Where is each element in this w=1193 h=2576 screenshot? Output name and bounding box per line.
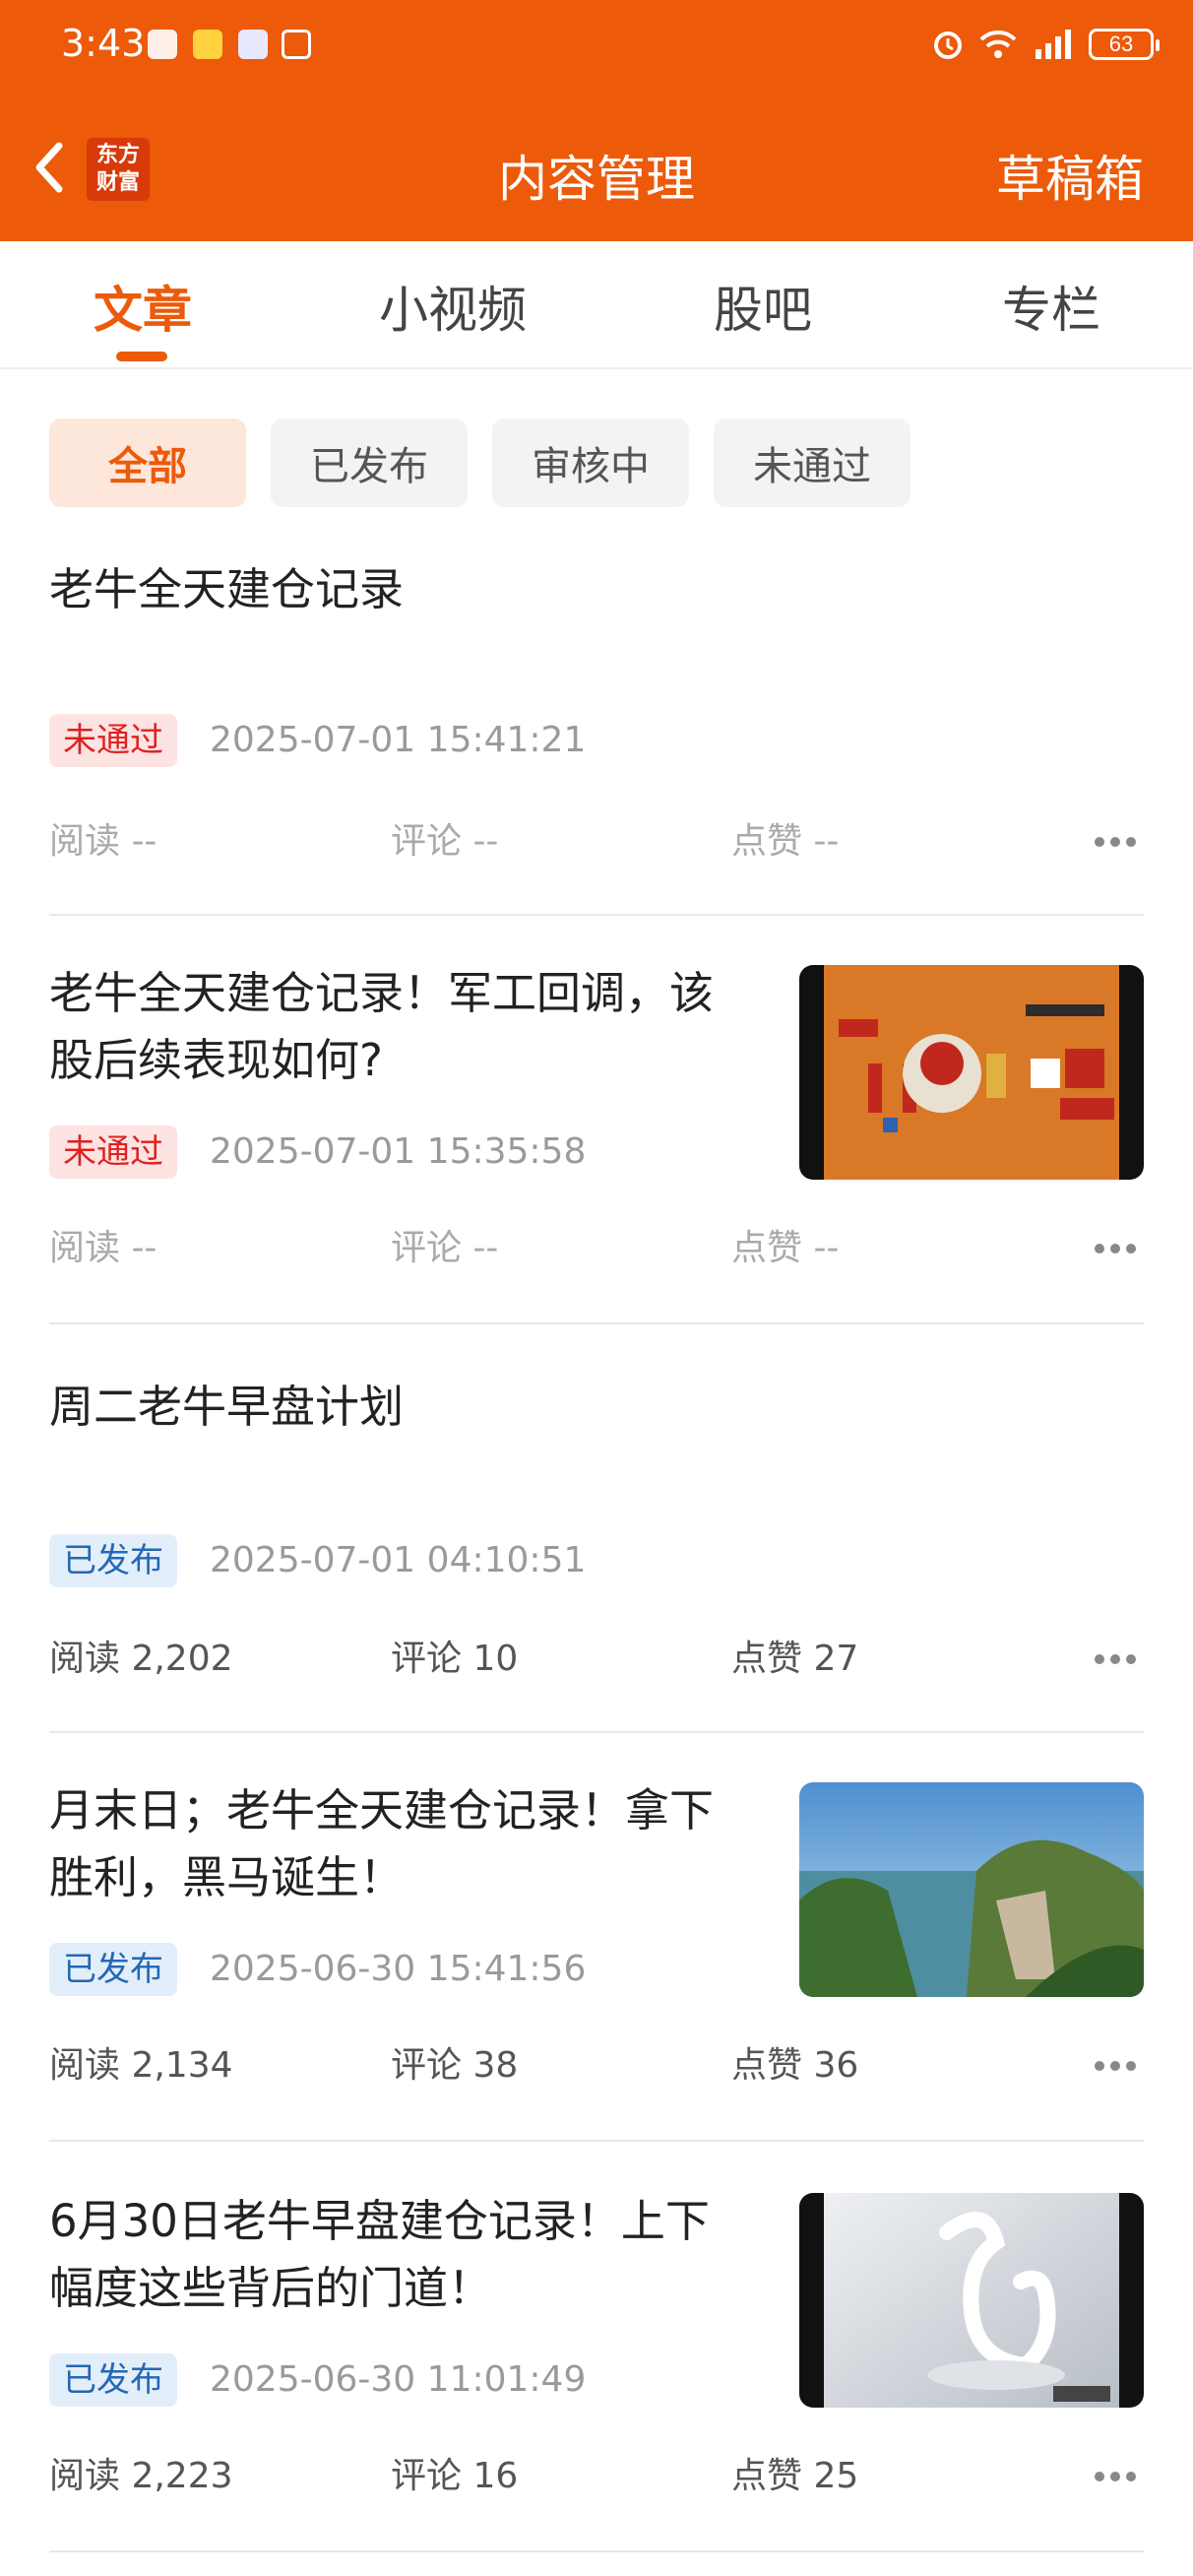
article-time: 2025-06-30 11:01:49 [210,2359,587,2400]
article-title: 周二老牛早盘计划 [49,1381,405,1433]
read-count: 阅读 2,134 [49,2045,233,2086]
nfc-icon [282,30,311,59]
read-count: 阅读 2,223 [49,2456,233,2496]
status-time: 3:43 [61,22,146,65]
wifi-icon [979,30,1017,58]
tab-short-videos[interactable]: 小视频 [379,271,527,342]
status-badge: 已发布 [49,2353,177,2407]
article-item[interactable]: 老牛全天建仓记录！军工回调，该股后续表现如何? 未通过 2025-07-01 1… [49,960,1144,1324]
read-count: 阅读 -- [49,1228,157,1268]
article-thumbnail [799,2193,1144,2408]
article-time: 2025-07-01 04:10:51 [210,1540,587,1580]
article-stats: 阅读 2,202 评论 10 点赞 27 [49,1635,1144,1684]
more-options-icon[interactable] [1095,1234,1144,1263]
status-badge: 已发布 [49,1534,177,1587]
article-stats: 阅读 -- 评论 -- 点赞 -- [49,817,1144,867]
article-time: 2025-06-30 15:41:56 [210,1949,587,1989]
comment-count: 评论 -- [391,821,499,862]
status-badge: 未通过 [49,714,177,767]
comment-count: 评论 38 [391,2045,519,2086]
article-title: 老牛全天建仓记录！军工回调，该股后续表现如何? [49,967,715,1086]
article-title: 6月30日老牛早盘建仓记录！上下幅度这些背后的门道！ [49,2195,710,2314]
comment-count: 评论 -- [391,1228,499,1268]
status-filters: 全部 已发布 审核中 未通过 [49,419,910,507]
alarm-icon [934,32,962,59]
article-item[interactable]: 周二老牛早盘计划 已发布 2025-07-01 04:10:51 阅读 2,20… [49,1369,1144,1733]
article-thumbnail [799,1782,1144,1997]
signal-icon [1036,30,1071,59]
content-tabs: 文章 小视频 股吧 专栏 [0,241,1193,369]
tab-columns[interactable]: 专栏 [1002,271,1100,342]
article-item[interactable]: 老牛全天建仓记录 未通过 2025-07-01 15:41:21 阅读 -- 评… [49,551,1144,916]
article-stats: 阅读 -- 评论 -- 点赞 -- [49,1224,1144,1273]
like-count: 点赞 -- [731,1228,840,1268]
filter-all[interactable]: 全部 [49,419,246,507]
more-options-icon[interactable] [1095,827,1144,857]
telegram-icon [148,30,177,59]
article-time: 2025-07-01 15:35:58 [210,1131,587,1172]
like-count: 点赞 25 [731,2456,859,2496]
like-count: 点赞 27 [731,1639,859,1679]
article-item[interactable]: 月末日；老牛全天建仓记录！拿下胜利，黑马诞生！ 已发布 2025-06-30 1… [49,1777,1144,2142]
read-count: 阅读 -- [49,821,157,862]
filter-reviewing[interactable]: 审核中 [492,419,689,507]
article-title: 老牛全天建仓记录 [49,563,405,615]
article-item[interactable]: 6月30日老牛早盘建仓记录！上下幅度这些背后的门道！ 已发布 2025-06-3… [49,2188,1144,2552]
drafts-button[interactable]: 草稿箱 [996,140,1144,211]
more-options-icon[interactable] [1095,2462,1144,2491]
like-count: 点赞 36 [731,2045,859,2086]
tab-stock-forum[interactable]: 股吧 [714,271,812,342]
article-thumbnail [799,965,1144,1180]
video-icon [193,30,222,59]
top-nav-bar: 东方 财富 内容管理 草稿箱 [0,98,1193,241]
status-badge: 已发布 [49,1943,177,1996]
more-options-icon[interactable] [1095,2051,1144,2081]
tab-indicator [116,352,167,361]
like-count: 点赞 -- [731,821,840,862]
article-stats: 阅读 2,223 评论 16 点赞 25 [49,2452,1144,2501]
article-title: 月末日；老牛全天建仓记录！拿下胜利，黑马诞生！ [49,1784,715,1903]
article-time: 2025-07-01 15:41:21 [210,720,587,760]
comment-count: 评论 10 [391,1639,519,1679]
status-badge: 未通过 [49,1126,177,1179]
read-count: 阅读 2,202 [49,1639,233,1679]
status-bar: 3:43 63 [0,0,1193,98]
battery-icon: 63 [1089,29,1160,60]
more-options-icon[interactable] [1095,1644,1144,1674]
comment-count: 评论 16 [391,2456,519,2496]
article-stats: 阅读 2,134 评论 38 点赞 36 [49,2041,1144,2091]
filter-published[interactable]: 已发布 [271,419,468,507]
tab-articles[interactable]: 文章 [94,271,192,342]
filter-rejected[interactable]: 未通过 [714,419,910,507]
app-icon [238,30,268,59]
